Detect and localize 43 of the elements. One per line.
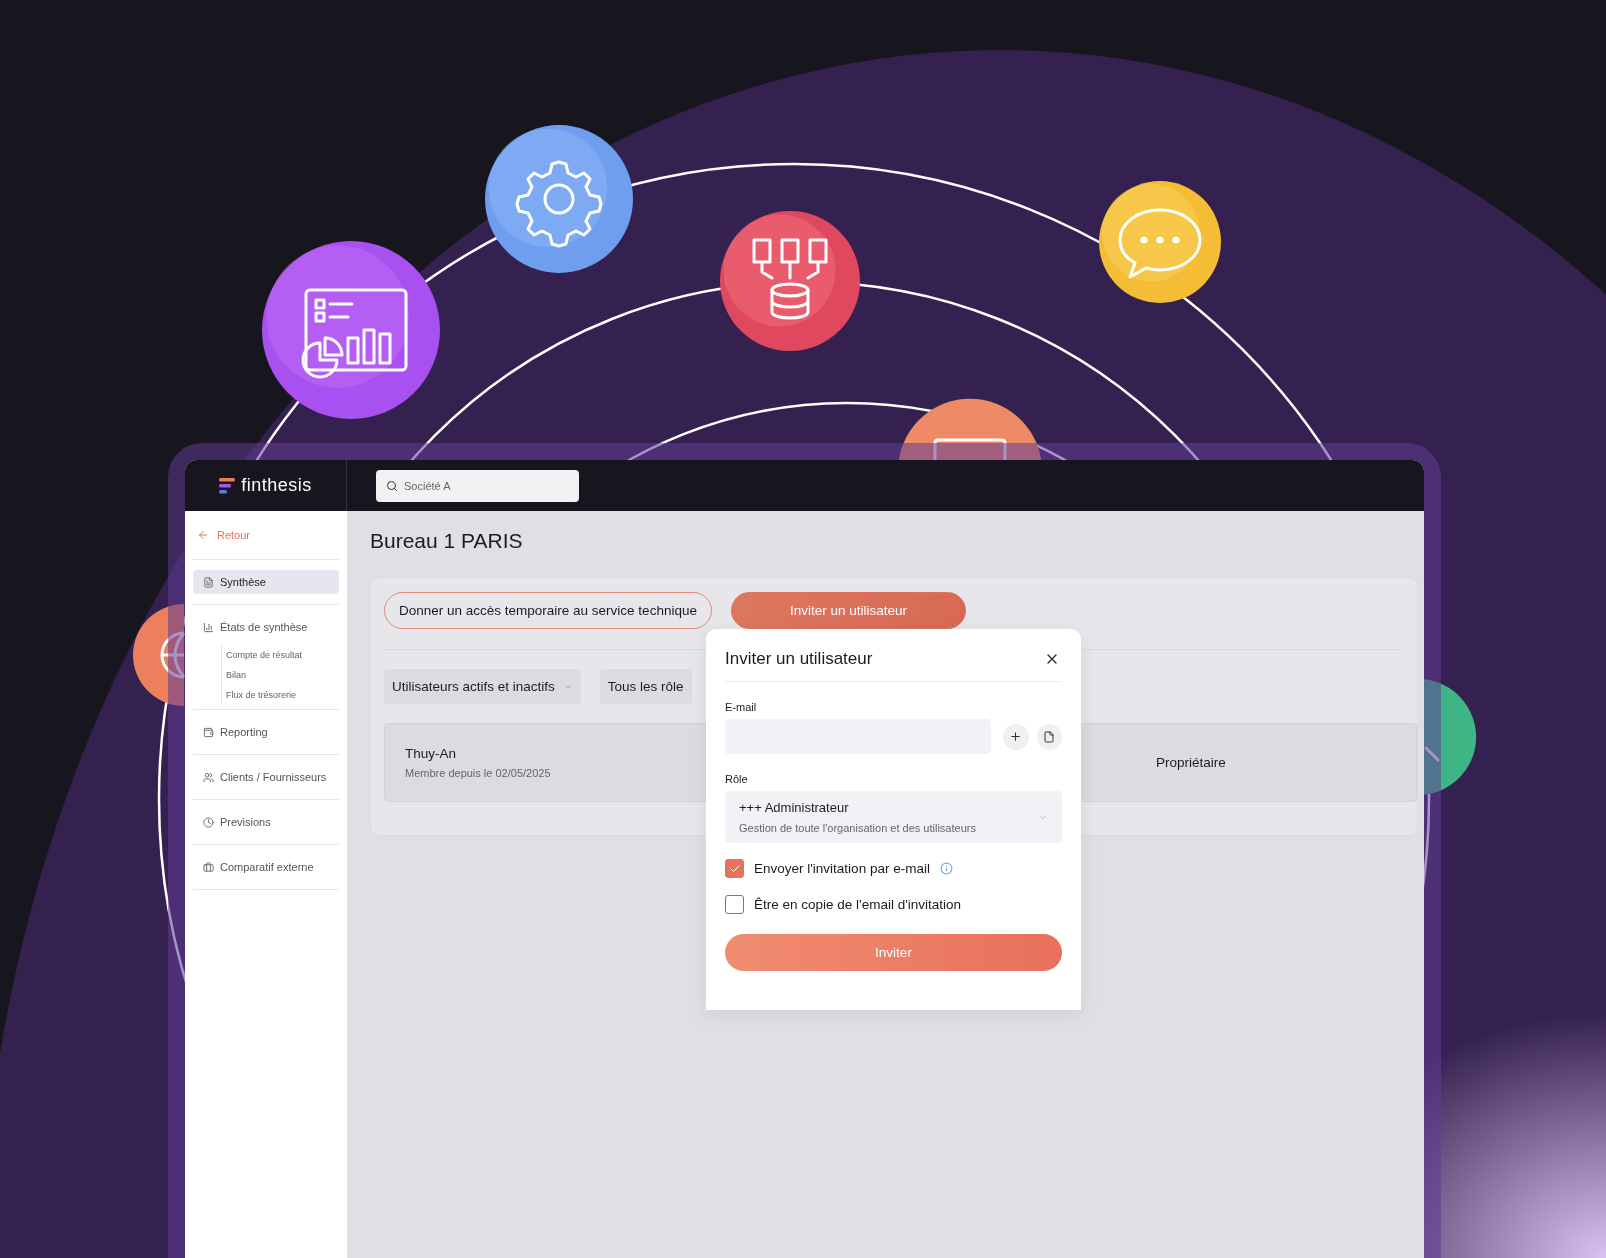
logo-icon [219,477,236,494]
item-icon [203,816,214,828]
item-icon [203,576,214,588]
database-icon [720,211,860,351]
email-label: E-mail [725,701,758,713]
checkbox-label: Envoyer l'invitation par e-mail [754,861,930,876]
brand-name: finthesis [241,475,312,496]
search-icon [386,479,398,492]
sidebar-item[interactable]: Previsions [193,810,339,834]
sidebar-subitem[interactable]: Compte de résultat [221,645,339,665]
item-icon [203,621,214,633]
sidebar-item[interactable]: Synthèse [193,570,339,594]
search-field[interactable]: Société A [376,469,579,502]
plus-icon [1009,730,1023,743]
user-name: Thuy-An [405,746,458,761]
sidebar-subitem[interactable]: Bilan [221,665,339,685]
sidebar-item[interactable]: Clients / Fournisseurs [193,765,339,789]
sidebar-subitem[interactable]: Flux de trésorerie [221,685,339,705]
file-icon [1043,730,1056,743]
sidebar-item[interactable]: Reporting [193,720,339,744]
sidebar-item[interactable]: Comparatif externe [193,855,339,879]
dialog-title: Inviter un utilisateur [725,649,873,669]
dashboard-icon [262,241,440,419]
arrow-left-icon [197,529,209,541]
item-icon [203,861,214,873]
filter-dropdown[interactable]: Utilisateurs actifs et inactifs [384,669,581,704]
user-role: Propriétaire [1156,755,1227,770]
gear-icon [485,125,633,273]
page-title: Bureau 1 PARIS [370,529,524,553]
chat-icon [1099,181,1221,303]
item-icon [203,771,214,783]
checkbox-label: Être en copie de l'email d'invitation [754,897,962,912]
role-label: Rôle [725,773,749,785]
search-icon [1424,679,1476,795]
checkbox[interactable] [725,859,744,878]
sidebar-item[interactable]: États de synthèse [193,615,339,639]
item-icon [203,726,214,738]
filter-dropdown[interactable]: Tous les rôle [599,669,692,704]
role-select[interactable]: +++ Administrateur Gestion de toute l'organisation et des utilisateurs [725,791,1062,843]
info-icon[interactable] [939,862,953,875]
checkbox[interactable] [725,895,744,914]
add-button[interactable] [1003,723,1029,750]
file-button[interactable] [1036,723,1062,750]
